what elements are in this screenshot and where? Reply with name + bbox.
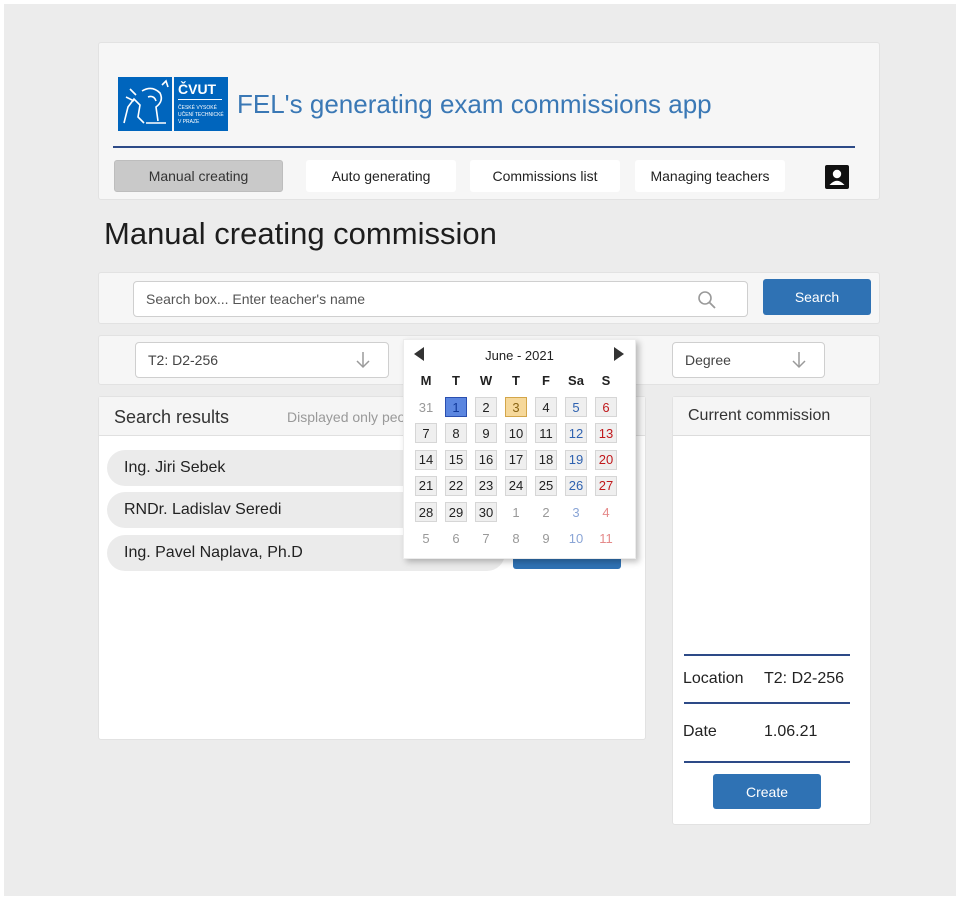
calendar-day[interactable]: 8 <box>445 423 467 444</box>
app-header: ČVUT ČESKÉ VYSOKÉ UČENÍ TECHNICKÉ V PRAZ… <box>98 42 880 200</box>
location-label: Location <box>683 670 744 687</box>
search-input[interactable]: Search box... Enter teacher's name <box>133 281 748 317</box>
calendar-day[interactable]: 12 <box>565 423 587 444</box>
calendar-day[interactable]: 2 <box>535 502 557 522</box>
calendar-day[interactable]: 3 <box>505 397 527 417</box>
weekday-label: T <box>512 373 520 388</box>
calendar-day[interactable]: 9 <box>475 423 497 444</box>
calendar-day[interactable]: 2 <box>475 397 497 417</box>
location-select[interactable]: T2: D2-256 <box>135 342 389 378</box>
tab-manual-creating[interactable]: Manual creating <box>114 160 283 192</box>
next-month-icon[interactable] <box>613 347 625 361</box>
degree-select-value: Degree <box>685 352 731 368</box>
weekday-label: S <box>601 373 611 388</box>
calendar-day[interactable]: 10 <box>565 529 587 549</box>
calendar-day[interactable]: 1 <box>445 397 467 417</box>
page-title: Manual creating commission <box>104 216 497 251</box>
arrow-down-icon <box>790 351 808 369</box>
calendar-day[interactable]: 21 <box>415 475 437 496</box>
search-placeholder: Search box... Enter teacher's name <box>146 291 366 307</box>
date-label: Date <box>683 723 717 740</box>
calendar-day[interactable]: 8 <box>505 529 527 549</box>
calendar-day[interactable]: 1 <box>505 502 527 522</box>
tab-commissions-list[interactable]: Commissions list <box>470 160 620 192</box>
calendar-day[interactable]: 4 <box>535 397 557 417</box>
calendar-day[interactable]: 30 <box>475 502 497 523</box>
calendar-day[interactable]: 13 <box>595 423 617 444</box>
search-bar: Search box... Enter teacher's name Searc… <box>98 272 880 324</box>
create-button[interactable]: Create <box>713 774 821 809</box>
weekday-label: M <box>420 373 432 388</box>
calendar-day[interactable]: 10 <box>505 423 527 444</box>
date-picker-calendar: June - 2021 M T W T F Sa S 31 1 2 3 4 5 6 7 8 9 10 11 12 13 1… <box>403 339 636 559</box>
calendar-day[interactable]: 17 <box>505 449 527 470</box>
divider <box>684 702 850 704</box>
tab-auto-generating[interactable]: Auto generating <box>306 160 456 192</box>
calendar-day[interactable]: 6 <box>595 397 617 417</box>
calendar-day[interactable]: 4 <box>595 502 617 522</box>
calendar-day[interactable]: 5 <box>565 397 587 417</box>
tab-managing-teachers[interactable]: Managing teachers <box>635 160 785 192</box>
divider <box>684 654 850 656</box>
search-results-title: Search results <box>114 407 230 427</box>
search-icon[interactable] <box>697 290 717 310</box>
weekday-label: Sa <box>568 373 584 388</box>
calendar-day[interactable]: 22 <box>445 475 467 496</box>
user-profile-icon[interactable] <box>825 165 849 189</box>
svg-text:ČVUT: ČVUT <box>178 80 217 97</box>
location-select-value: T2: D2-256 <box>148 352 219 368</box>
calendar-day[interactable]: 15 <box>445 449 467 470</box>
calendar-day[interactable]: 5 <box>415 529 437 549</box>
calendar-day[interactable]: 3 <box>565 502 587 522</box>
calendar-day[interactable]: 25 <box>535 475 557 496</box>
weekday-label: W <box>479 373 493 388</box>
calendar-day[interactable]: 31 <box>415 397 437 417</box>
calendar-day[interactable]: 18 <box>535 449 557 470</box>
divider <box>684 761 850 763</box>
weekday-label: T <box>452 373 460 388</box>
calendar-day[interactable]: 7 <box>415 423 437 444</box>
arrow-down-icon <box>354 351 372 369</box>
calendar-day[interactable]: 11 <box>595 529 617 549</box>
current-commission-panel: Current commission Location T2: D2-256 D… <box>672 396 871 825</box>
calendar-day[interactable]: 26 <box>565 475 587 496</box>
calendar-day[interactable]: 28 <box>415 502 437 523</box>
calendar-day[interactable]: 9 <box>535 529 557 549</box>
calendar-day[interactable]: 6 <box>445 529 467 549</box>
search-button[interactable]: Search <box>763 279 871 315</box>
location-value: T2: D2-256 <box>764 670 845 687</box>
current-commission-title: Current commission <box>688 407 831 424</box>
weekday-label: F <box>542 373 550 388</box>
calendar-day[interactable]: 19 <box>565 449 587 470</box>
degree-select[interactable]: Degree <box>672 342 825 378</box>
calendar-day[interactable]: 23 <box>475 475 497 496</box>
svg-text:V PRAZE: V PRAZE <box>178 119 200 125</box>
calendar-day[interactable]: 29 <box>445 502 467 523</box>
current-commission-header: Current commission <box>673 397 870 436</box>
calendar-day[interactable]: 14 <box>415 449 437 470</box>
cvut-logo: ČVUT ČESKÉ VYSOKÉ UČENÍ TECHNICKÉ V PRAZ… <box>118 77 228 131</box>
calendar-day[interactable]: 11 <box>535 423 557 444</box>
app-title: FEL's generating exam commissions app <box>237 89 712 119</box>
calendar-day[interactable]: 16 <box>475 449 497 470</box>
calendar-day[interactable]: 7 <box>475 529 497 549</box>
date-value: 1.06.21 <box>764 723 818 740</box>
header-divider <box>113 146 855 148</box>
svg-text:ČESKÉ VYSOKÉ: ČESKÉ VYSOKÉ <box>178 104 218 111</box>
calendar-day[interactable]: 24 <box>505 475 527 496</box>
calendar-day[interactable]: 20 <box>595 449 617 470</box>
calendar-day[interactable]: 27 <box>595 475 617 496</box>
svg-text:UČENÍ TECHNICKÉ: UČENÍ TECHNICKÉ <box>178 111 224 118</box>
search-results-note: Displayed only peo <box>287 409 406 425</box>
calendar-month-title: June - 2021 <box>485 348 554 363</box>
